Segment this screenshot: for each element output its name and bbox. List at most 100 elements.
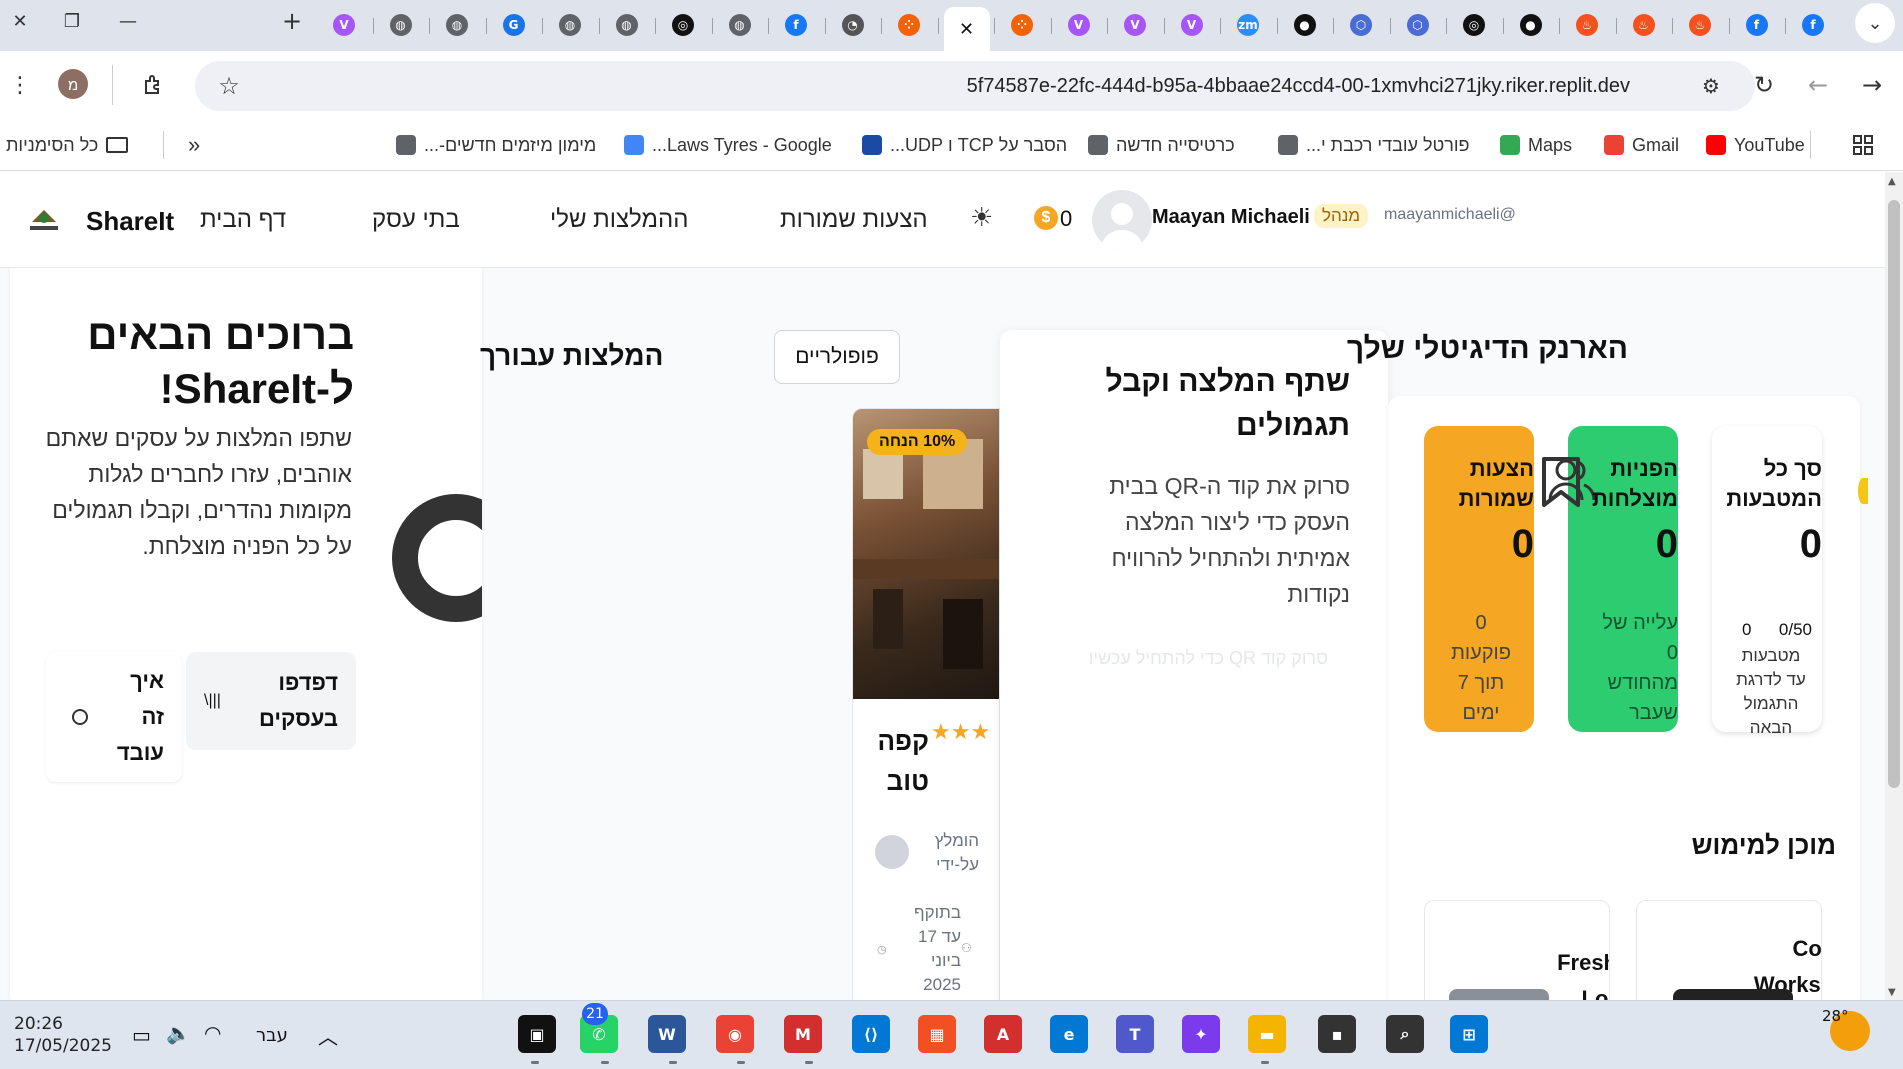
- windows-start-icon[interactable]: ⊞: [1450, 1015, 1488, 1053]
- recommender-avatar: [875, 835, 909, 869]
- tab-search-chevron-icon[interactable]: ⌄: [1855, 3, 1895, 43]
- scroll-up-icon[interactable]: ▲: [1888, 176, 1896, 187]
- recommended-by: הומלץ על-ידי: [934, 831, 979, 874]
- browser-tab[interactable]: V: [1057, 7, 1101, 43]
- edge-icon[interactable]: e: [1050, 1015, 1088, 1053]
- browser-tab[interactable]: G: [492, 7, 536, 43]
- restore-window-icon[interactable]: ❐: [52, 6, 92, 36]
- capcut-icon[interactable]: ▣: [518, 1015, 556, 1053]
- nav-home[interactable]: דף הבית: [200, 206, 286, 234]
- running-indicator: [601, 1061, 609, 1064]
- bookmark-item[interactable]: YouTube: [1706, 131, 1805, 159]
- chrome-icon[interactable]: ◉: [716, 1015, 754, 1053]
- close-window-icon[interactable]: ✕: [0, 6, 40, 36]
- bookmark-item[interactable]: Gmail: [1604, 131, 1679, 159]
- popular-filter-button[interactable]: פופולריים: [774, 330, 900, 384]
- browser-tab[interactable]: ◍: [435, 7, 479, 43]
- browse-businesses-button[interactable]: דפדפו בעסקים |||\: [186, 652, 356, 750]
- nav-saved-offers[interactable]: הצעות שמורות: [780, 206, 928, 234]
- nav-my-recommendations[interactable]: ההמלצות שלי: [550, 206, 688, 234]
- redeem-item-fresh[interactable]: Fresh & Local: [1424, 900, 1610, 1000]
- clock[interactable]: 20:26 17/05/2025: [14, 1013, 112, 1057]
- browser-tab[interactable]: ●: [1283, 7, 1327, 43]
- word-icon[interactable]: W: [648, 1015, 686, 1053]
- search-icon[interactable]: ⌕: [1386, 1015, 1424, 1053]
- brand-name[interactable]: ShareIt: [86, 206, 174, 237]
- browser-tab[interactable]: ◍: [718, 7, 762, 43]
- browser-tab[interactable]: V: [1113, 7, 1157, 43]
- apps-grid-icon[interactable]: [1852, 131, 1874, 159]
- browser-tab[interactable]: ◎: [661, 7, 705, 43]
- scroll-down-icon[interactable]: ▼: [1888, 987, 1896, 998]
- browser-tab[interactable]: V: [322, 7, 366, 43]
- shareit-logo[interactable]: [26, 202, 62, 238]
- tray-chevron-up-icon[interactable]: ︿: [318, 1021, 338, 1050]
- business-card[interactable]: 10% הנחה ★★★ קפה טוב הומלץ על-ידי בתוקף …: [852, 408, 1000, 1000]
- coins-count: 0: [1060, 206, 1073, 231]
- bookmark-item[interactable]: מימון מיזמים חדשים-...: [396, 131, 596, 159]
- close-tab-icon[interactable]: ✕: [959, 19, 974, 40]
- user-avatar[interactable]: [1092, 190, 1152, 250]
- copilot-icon[interactable]: ✦: [1182, 1015, 1220, 1053]
- browser-tab[interactable]: ♨: [1678, 7, 1722, 43]
- qr-card-title: שתף המלצה וקבל תגמולים: [1105, 365, 1350, 442]
- menu-kebab-icon[interactable]: ⋮: [4, 69, 36, 101]
- battery-icon[interactable]: ▭: [132, 1023, 151, 1047]
- all-bookmarks[interactable]: כל הסימניות: [6, 131, 129, 159]
- browser-tab[interactable]: f: [774, 7, 818, 43]
- active-tab[interactable]: ✕: [943, 7, 990, 51]
- site-settings-icon[interactable]: ⚙: [1695, 70, 1727, 102]
- file-explorer-icon[interactable]: ▬: [1248, 1015, 1286, 1053]
- browser-tab[interactable]: V: [1170, 7, 1214, 43]
- redeem-item-coffee[interactable]: Coffee Workshop: [1636, 900, 1822, 1000]
- wifi-icon[interactable]: ◠: [204, 1021, 221, 1045]
- reload-icon[interactable]: ↻: [1748, 69, 1780, 101]
- browser-tab[interactable]: f: [1791, 7, 1835, 43]
- qr-scan-button[interactable]: סרוק קוד QR כדי להתחיל עכשיו: [1089, 648, 1328, 669]
- forward-arrow-icon[interactable]: →: [1856, 69, 1888, 101]
- back-arrow-icon[interactable]: ←: [1802, 69, 1834, 101]
- browser-tab[interactable]: f: [1735, 7, 1779, 43]
- extensions-icon[interactable]: [138, 69, 170, 101]
- bookmark-item[interactable]: Laws Tyres - Google...: [624, 131, 832, 159]
- microsoft-store-icon[interactable]: ▦: [918, 1015, 956, 1053]
- vscode-icon[interactable]: ⟨⟩: [852, 1015, 890, 1053]
- theme-toggle-sun-icon[interactable]: ☀: [970, 202, 993, 233]
- browser-tab[interactable]: ♨: [1565, 7, 1609, 43]
- new-tab-icon[interactable]: +: [272, 6, 312, 36]
- browser-tab[interactable]: ⬡: [1396, 7, 1440, 43]
- browser-tab[interactable]: ●: [1509, 7, 1553, 43]
- how-it-works-button[interactable]: איך זה עובד: [46, 652, 182, 782]
- more-bookmarks-chevron-icon[interactable]: «: [188, 131, 200, 159]
- language-indicator[interactable]: עבר: [256, 1025, 288, 1046]
- bookmark-item[interactable]: הסבר על TCP ו UDP...: [862, 131, 1067, 159]
- nav-businesses[interactable]: בתי עסק: [372, 206, 460, 234]
- scrollbar-thumb[interactable]: [1888, 200, 1900, 788]
- library-icon: |||\: [204, 692, 221, 709]
- browser-tab[interactable]: ⁘: [1000, 7, 1044, 43]
- browser-tab[interactable]: zm: [1226, 7, 1270, 43]
- mcafee-icon[interactable]: M: [784, 1015, 822, 1053]
- teams-icon[interactable]: T: [1116, 1015, 1154, 1053]
- bookmark-item[interactable]: פורטל עובדי רכבת י...: [1278, 131, 1470, 159]
- mute-speaker-icon[interactable]: 🔈: [166, 1021, 191, 1045]
- browser-tab[interactable]: ⁘: [887, 7, 931, 43]
- bookmark-item[interactable]: כרטיסייה חדשה: [1088, 131, 1235, 159]
- acrobat-icon[interactable]: A: [984, 1015, 1022, 1053]
- browser-tab[interactable]: ◔: [831, 7, 875, 43]
- omnibox[interactable]: ☆ 5f74587e-22fc-444d-b95a-4bbaae24ccd4-0…: [195, 61, 1755, 111]
- browser-tab[interactable]: ◍: [379, 7, 423, 43]
- browser-tab[interactable]: ◍: [605, 7, 649, 43]
- welcome-body: שתפו המלצות על עסקים שאתם אוהבים, עזרו ל…: [45, 425, 352, 559]
- browser-tab[interactable]: ⬡: [1339, 7, 1383, 43]
- running-indicator: [669, 1061, 677, 1064]
- profile-avatar[interactable]: מ: [58, 69, 88, 99]
- snipping-tool-icon[interactable]: ▪: [1318, 1015, 1356, 1053]
- browser-tab[interactable]: ◍: [548, 7, 592, 43]
- bookmark-item[interactable]: Maps: [1500, 131, 1572, 159]
- browser-tab[interactable]: ♨: [1622, 7, 1666, 43]
- bookmark-star-icon[interactable]: ☆: [213, 70, 245, 102]
- browser-tab[interactable]: ◎: [1452, 7, 1496, 43]
- bookmark-label: Maps: [1528, 134, 1573, 155]
- minimize-window-icon[interactable]: —: [108, 6, 148, 36]
